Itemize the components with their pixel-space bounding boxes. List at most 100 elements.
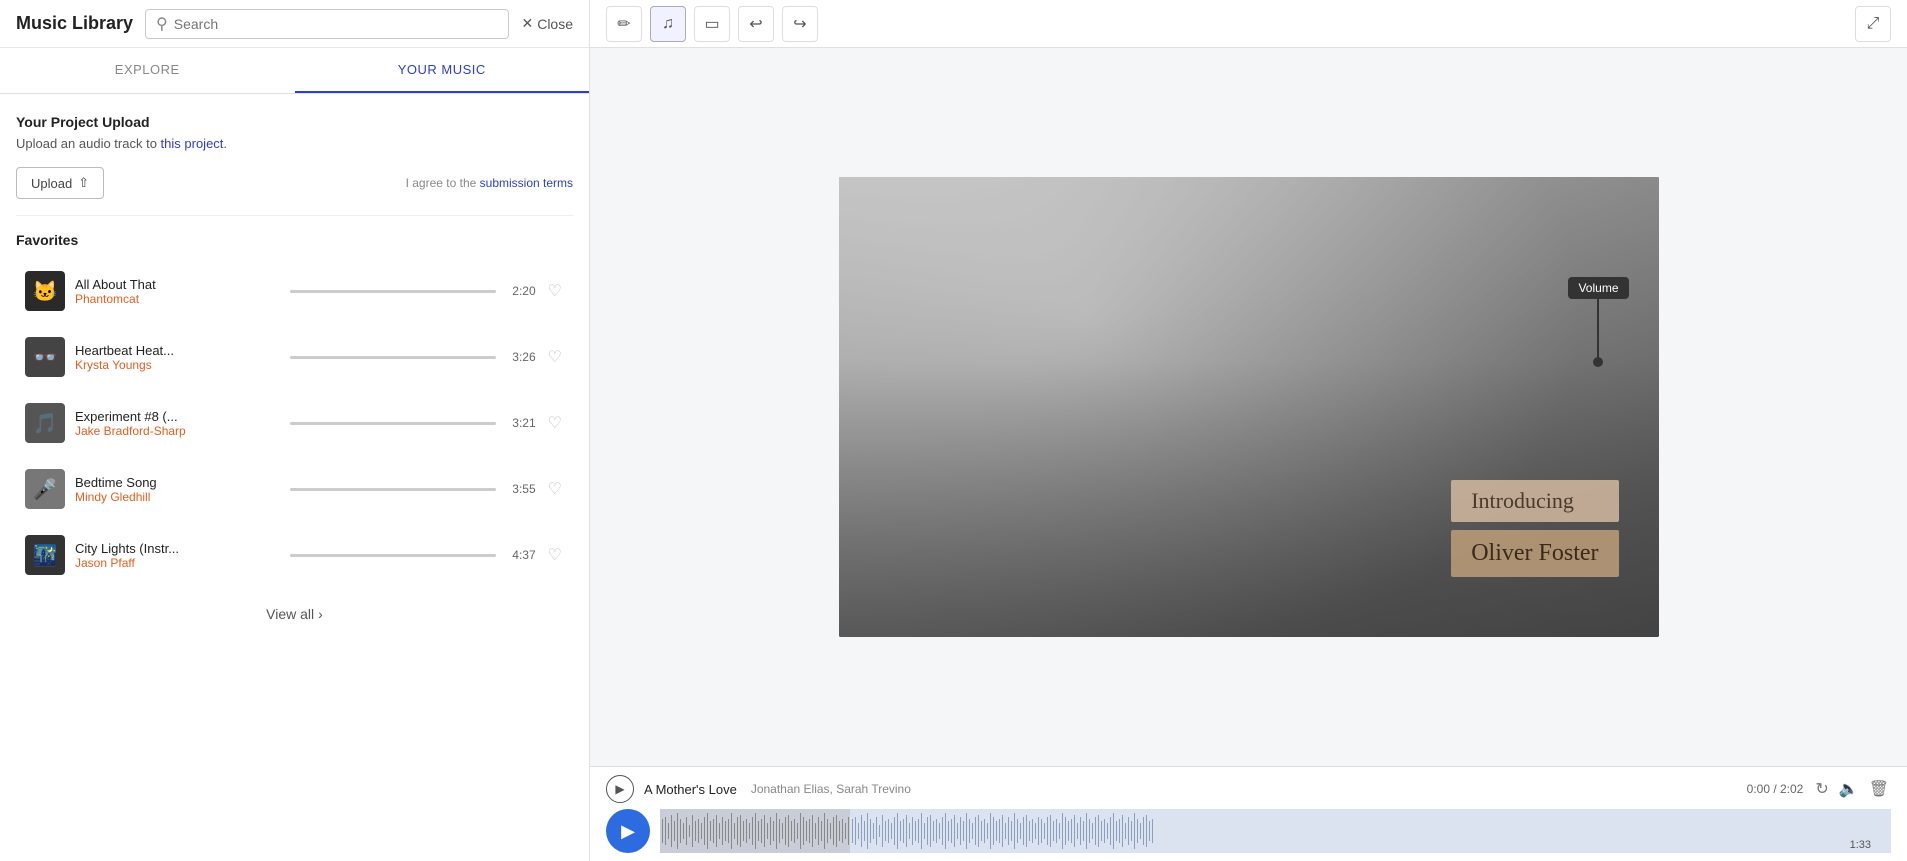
thumb-icon-0: 🐱 [33,279,58,304]
video-container: Introducing Oliver Foster Volume [590,48,1907,766]
track-duration-0: 2:20 [506,284,536,298]
waveform-played-svg [660,809,850,853]
this-project-link[interactable]: this project [161,136,224,151]
favorite-button-4[interactable]: ♡ [546,543,564,567]
track-waveform-0[interactable] [290,290,495,293]
track-delete-button[interactable]: 🗑 [1867,777,1891,801]
thumb-icon-2: 🎵 [33,411,58,436]
waveform-time-label: 1:33 [1850,839,1871,851]
section-divider [16,215,573,216]
favorite-button-1[interactable]: ♡ [546,345,564,369]
tab-your-music[interactable]: YOUR MUSIC [295,48,590,93]
bottom-bar: ▶ A Mother's Love Jonathan Elias, Sarah … [590,766,1907,861]
export-icon: ⤢ [1867,15,1880,33]
thumb-icon-3: 🎤 [33,477,58,502]
waveform-remaining-svg [850,809,1891,853]
track-name-4: City Lights (Instr... [75,541,280,556]
upload-button[interactable]: Upload ⇧ [16,167,104,199]
track-artist-1: Krysta Youngs [75,358,280,372]
list-item[interactable]: 🎵 Experiment #8 (... Jake Bradford-Sharp… [16,392,573,454]
track-thumbnail-0: 🐱 [25,271,65,311]
volume-tooltip: Volume [1568,277,1628,367]
pencil-icon: ✏ [617,14,630,34]
waveform-played[interactable] [660,809,850,853]
track-thumbnail-2: 🎵 [25,403,65,443]
track-name-2: Experiment #8 (... [75,409,280,424]
favorites-section: Favorites 🐱 All About That Phantomcat 2:… [16,232,573,638]
toolbar: ✏ ♫ ▭ ↩ ↪ ⤢ [590,0,1907,48]
upload-section: Your Project Upload Upload an audio trac… [16,114,573,199]
thumb-icon-1: 👓 [33,345,58,370]
track-duration-3: 3:55 [506,482,536,496]
search-box[interactable]: ⚲ [145,9,509,39]
upload-section-subtitle: Upload an audio track to this project. [16,136,573,151]
search-input[interactable] [174,16,499,32]
track-bar-artists: Jonathan Elias, Sarah Trevino [751,782,911,796]
name-card: Oliver Foster [1451,530,1618,577]
favorite-button-0[interactable]: ♡ [546,279,564,303]
track-refresh-button[interactable]: ↻ [1813,777,1830,801]
track-bar-name: A Mother's Love [644,782,737,797]
upload-icon: ⇧ [78,175,89,191]
volume-label-text: Volume [1568,277,1628,299]
tab-explore[interactable]: EXPLORE [0,48,295,93]
track-info-0: All About That Phantomcat [75,277,280,306]
track-waveform-3[interactable] [290,488,495,491]
close-x-icon: ✕ [521,15,533,32]
intro-card: Introducing [1451,480,1618,522]
list-item[interactable]: 👓 Heartbeat Heat... Krysta Youngs 3:26 ♡ [16,326,573,388]
track-bar-time: 0:00 / 2:02 [1747,782,1804,796]
left-panel: Music Library ⚲ ✕ Close EXPLORE YOUR MUS… [0,0,590,861]
volume-dot [1593,357,1603,367]
track-volume-button[interactable]: 🔈 [1837,777,1861,801]
upload-label: Upload [31,176,72,191]
redo-button[interactable]: ↪ [782,6,818,42]
upload-section-title: Your Project Upload [16,114,573,130]
music-note-icon: ♫ [662,15,674,33]
favorites-title: Favorites [16,232,573,248]
image-button[interactable]: ▭ [694,6,730,42]
view-all-row[interactable]: View all › [16,590,573,638]
volume-line [1597,299,1599,359]
track-info-3: Bedtime Song Mindy Gledhill [75,475,280,504]
list-item[interactable]: 🎤 Bedtime Song Mindy Gledhill 3:55 ♡ [16,458,573,520]
play-small-icon: ▶ [615,782,624,796]
track-waveform-1[interactable] [290,356,495,359]
track-artist-3: Mindy Gledhill [75,490,280,504]
chevron-right-icon: › [318,606,323,622]
track-duration-1: 3:26 [506,350,536,364]
undo-button[interactable]: ↩ [738,6,774,42]
panel-content: Your Project Upload Upload an audio trac… [0,94,589,861]
export-button[interactable]: ⤢ [1855,6,1891,42]
track-thumbnail-4: 🌃 [25,535,65,575]
track-name-3: Bedtime Song [75,475,280,490]
track-artist-2: Jake Bradford-Sharp [75,424,280,438]
favorite-button-2[interactable]: ♡ [546,411,564,435]
right-panel: ✏ ♫ ▭ ↩ ↪ ⤢ Introducing Olive [590,0,1907,861]
video-text-overlay: Introducing Oliver Foster [1451,480,1618,577]
track-bar-actions: ↻ 🔈 🗑 [1813,777,1891,801]
list-item[interactable]: 🌃 City Lights (Instr... Jason Pfaff 4:37… [16,524,573,586]
track-duration-2: 3:21 [506,416,536,430]
panel-header: Music Library ⚲ ✕ Close [0,0,589,48]
track-thumbnail-1: 👓 [25,337,65,377]
track-name-0: All About That [75,277,280,292]
panel-title: Music Library [16,13,133,34]
waveform-remaining[interactable]: 1:33 [850,809,1891,853]
pencil-button[interactable]: ✏ [606,6,642,42]
track-bar-info-row: ▶ A Mother's Love Jonathan Elias, Sarah … [606,775,1891,803]
track-waveform-2[interactable] [290,422,495,425]
track-play-small-button[interactable]: ▶ [606,775,634,803]
music-note-button[interactable]: ♫ [650,6,686,42]
list-item[interactable]: 🐱 All About That Phantomcat 2:20 ♡ [16,260,573,322]
search-icon: ⚲ [156,14,168,34]
track-thumbnail-3: 🎤 [25,469,65,509]
track-artist-4: Jason Pfaff [75,556,280,570]
track-waveform-4[interactable] [290,554,495,557]
play-big-button[interactable]: ▶ [606,809,650,853]
submission-terms-link[interactable]: submission terms [480,176,573,190]
close-button[interactable]: ✕ Close [521,15,573,32]
undo-icon: ↩ [749,14,762,34]
favorite-button-3[interactable]: ♡ [546,477,564,501]
track-info-2: Experiment #8 (... Jake Bradford-Sharp [75,409,280,438]
